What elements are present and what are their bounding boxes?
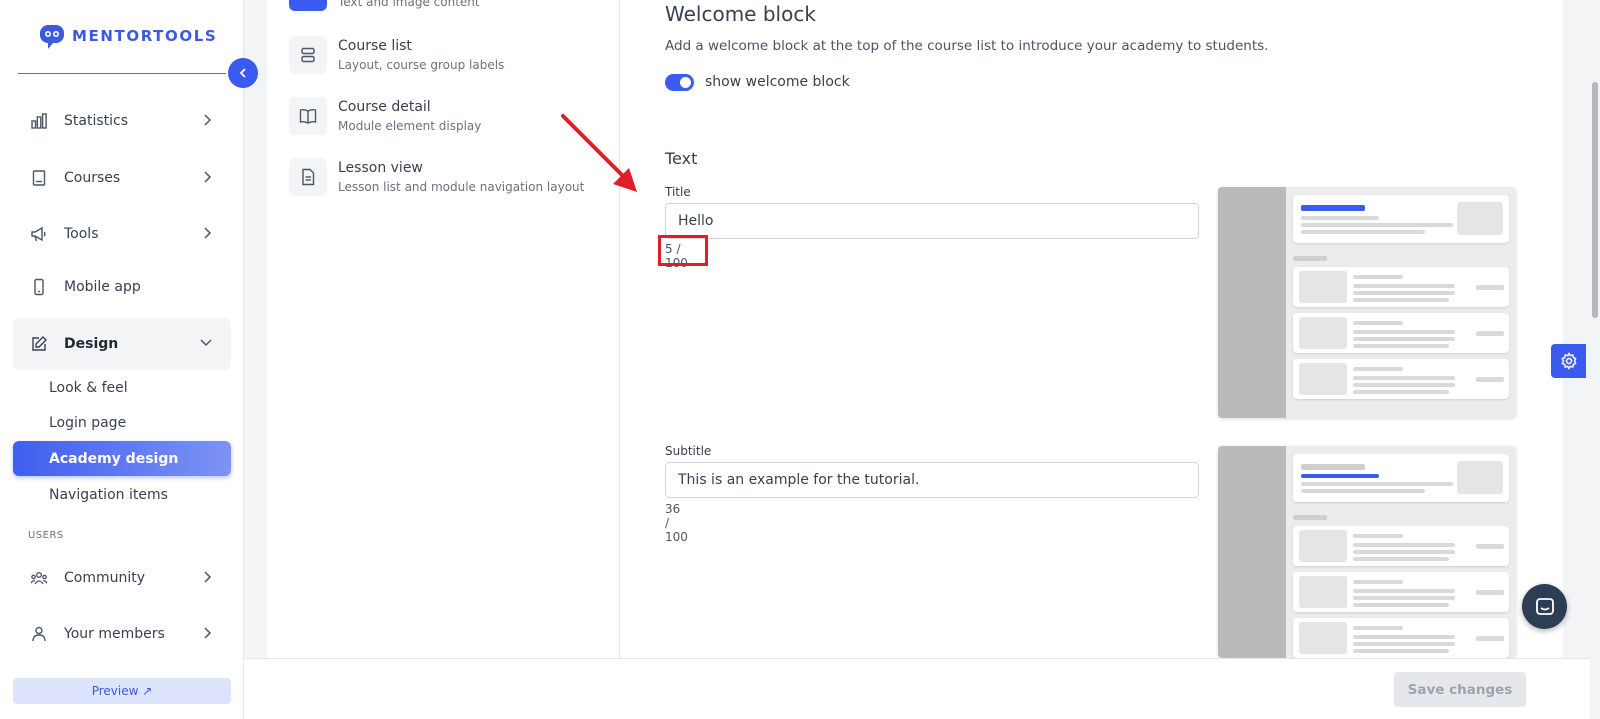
sidebar-item-statistics[interactable]: Statistics	[13, 96, 231, 146]
pencil-edit-icon	[29, 334, 49, 354]
sidebar-subitem-academy-design[interactable]: Academy design	[13, 441, 231, 476]
settings-button[interactable]	[1551, 344, 1586, 378]
brand-name: MENTORTOOLS	[72, 27, 218, 45]
sidebar-item-label: Statistics	[64, 113, 128, 129]
section-heading: Welcome block	[665, 2, 816, 26]
open-book-icon	[289, 97, 327, 135]
list-icon	[289, 36, 327, 74]
sidebar-item-label: Tools	[64, 226, 99, 242]
phone-icon	[29, 277, 49, 297]
title-field-label: Title	[665, 185, 691, 199]
subtitle-preview-mockup	[1218, 446, 1516, 658]
sidebar-item-tools[interactable]: Tools	[13, 209, 231, 259]
text-section-heading: Text	[665, 149, 698, 168]
sidebar-item-label: Mobile app	[64, 279, 141, 295]
robot-logo-icon	[40, 25, 64, 49]
settings-item-title: Course list	[338, 38, 412, 54]
subtitle-char-counter: 36 / 100	[665, 502, 688, 544]
settings-item-title: Lesson view	[338, 160, 423, 176]
annotation-arrow-icon	[561, 114, 637, 192]
chevron-right-icon	[204, 627, 212, 639]
subtitle-field-label: Subtitle	[665, 444, 712, 458]
sidebar-subitem-login-page[interactable]: Login page	[13, 405, 231, 440]
chevron-right-icon	[204, 571, 212, 583]
toggle-label: show welcome block	[705, 74, 850, 90]
welcome-block-toggle[interactable]	[665, 74, 694, 91]
megaphone-icon	[29, 224, 49, 244]
subtitle-input[interactable]	[665, 462, 1199, 498]
chevron-down-icon	[200, 339, 212, 347]
title-preview-mockup	[1218, 187, 1516, 418]
chat-icon	[1535, 597, 1554, 615]
sidebar-item-design[interactable]: Design	[13, 318, 231, 370]
bar-chart-icon	[29, 111, 49, 131]
bottom-action-bar: Save changes	[244, 658, 1590, 719]
brand-logo[interactable]: MENTORTOOLS	[38, 22, 217, 50]
sidebar-item-label: Design	[64, 336, 119, 352]
book-icon	[29, 168, 49, 188]
settings-item-icon-partial[interactable]	[289, 0, 327, 11]
highlight-annotation-box	[658, 235, 708, 266]
chevron-right-icon	[204, 171, 212, 183]
collapse-sidebar-button[interactable]	[228, 58, 258, 88]
settings-item-course-detail[interactable]: Course detail Module element display	[289, 97, 481, 135]
chevron-right-icon	[204, 114, 212, 126]
people-icon	[29, 568, 49, 588]
settings-panel: Text and image content Course list Layou…	[267, 0, 1563, 658]
panel-divider	[619, 0, 620, 658]
page-scrollbar[interactable]	[1590, 0, 1600, 719]
settings-item-lesson-view[interactable]: Lesson view Lesson list and module navig…	[289, 158, 584, 196]
gear-icon	[1560, 352, 1577, 370]
section-description: Add a welcome block at the top of the co…	[665, 38, 1269, 54]
preview-button[interactable]: Preview ↗	[13, 678, 231, 704]
sidebar-item-community[interactable]: Community	[13, 553, 231, 603]
sidebar-item-label: Courses	[64, 170, 121, 186]
save-changes-button[interactable]: Save changes	[1394, 672, 1526, 707]
sidebar-item-courses[interactable]: Courses	[13, 153, 231, 203]
user-icon	[29, 624, 49, 644]
settings-item-course-list[interactable]: Course list Layout, course group labels	[289, 36, 504, 74]
chevron-left-icon	[239, 68, 246, 78]
sidebar-subitem-navigation-items[interactable]: Navigation items	[13, 477, 231, 512]
settings-item-subtitle: Layout, course group labels	[338, 58, 505, 72]
logo-divider	[18, 73, 226, 74]
title-input[interactable]	[665, 203, 1199, 239]
settings-item-subtitle: Module element display	[338, 119, 482, 133]
sidebar: MENTORTOOLS Statistics Courses Tools Mob…	[0, 0, 244, 719]
sidebar-item-label: Community	[64, 570, 146, 586]
scrollbar-thumb[interactable]	[1592, 82, 1598, 318]
settings-item-title: Course detail	[338, 99, 431, 115]
chevron-right-icon	[204, 227, 212, 239]
sidebar-subitem-look-and-feel[interactable]: Look & feel	[13, 370, 231, 405]
users-section-label: USERS	[28, 530, 64, 541]
sidebar-item-mobile-app[interactable]: Mobile app	[13, 262, 231, 312]
document-icon	[289, 158, 327, 196]
chat-launcher-button[interactable]	[1522, 584, 1567, 629]
sidebar-item-label: Your members	[64, 626, 165, 642]
settings-item-subtitle-partial: Text and image content	[338, 0, 480, 9]
sidebar-item-your-members[interactable]: Your members	[13, 609, 231, 659]
settings-item-subtitle: Lesson list and module navigation layout	[338, 180, 585, 194]
